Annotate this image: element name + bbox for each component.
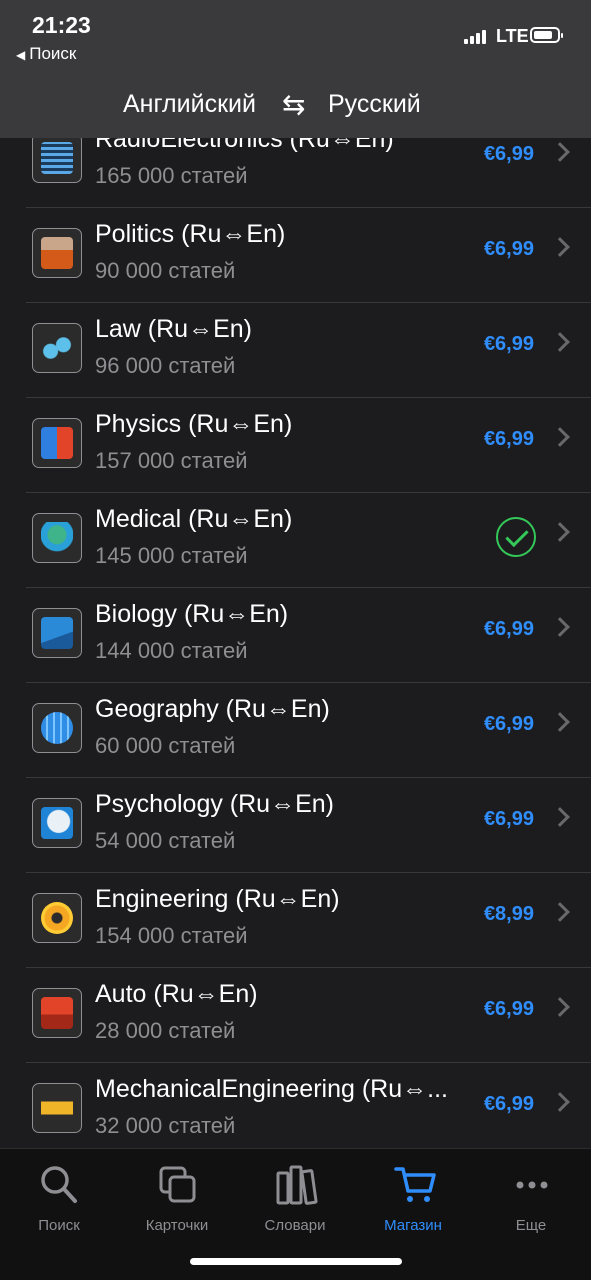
back-to-search-link[interactable]: ◀ Поиск [16,44,76,64]
engineering-gear-icon [32,893,82,943]
chevron-right-icon [550,142,570,162]
tab-search[interactable]: Поиск [9,1159,109,1239]
list-item[interactable]: Psychology (Ru⇔En) 54 000 статей €6,99 [0,778,591,873]
item-title: Engineering (Ru⇔En) [95,885,340,913]
more-icon [516,1181,548,1189]
item-title: Law (Ru⇔En) [95,315,252,343]
price-button[interactable]: €6,99 [484,998,534,1021]
list-item[interactable]: RadioElectronics (Ru⇔En) 165 000 статей … [0,138,591,208]
item-title: MechanicalEngineering (Ru⇔... [95,1075,448,1103]
signal-icon [464,28,488,44]
item-title: Psychology (Ru⇔En) [95,790,334,818]
price-button[interactable]: €6,99 [484,1093,534,1116]
chevron-right-icon [550,427,570,447]
item-count: 165 000 статей [95,163,248,188]
chevron-right-icon [550,332,570,352]
price-button[interactable]: €6,99 [484,238,534,261]
back-arrow-icon: ◀ [16,48,26,62]
item-count: 144 000 статей [95,638,248,663]
tab-dictionaries[interactable]: Словари [245,1159,345,1239]
item-count: 145 000 статей [95,543,248,568]
price-button[interactable]: €6,99 [484,713,534,736]
swap-languages-icon[interactable]: ⇆ [282,88,305,121]
price-button[interactable]: €6,99 [484,333,534,356]
dictionaries-icon [276,1165,318,1205]
geography-globe-icon [32,703,82,753]
item-count: 154 000 статей [95,923,248,948]
item-count: 54 000 статей [95,828,236,853]
clock: 21:23 [32,12,91,38]
back-label: Поиск [29,44,77,63]
chevron-right-icon [550,1092,570,1112]
item-count: 28 000 статей [95,1018,236,1043]
item-title: Medical (Ru⇔En) [95,505,293,533]
list-item[interactable]: Geography (Ru⇔En) 60 000 статей €6,99 [0,683,591,778]
radio-electronics-icon [32,138,82,183]
biology-microscope-icon [32,608,82,658]
item-title: Politics (Ru⇔En) [95,220,286,248]
status-bar: 21:23 ◀ Поиск LTE [0,0,591,74]
price-button[interactable]: €8,99 [484,903,534,926]
tab-label: Магазин [384,1217,442,1234]
price-button[interactable]: €6,99 [484,143,534,166]
item-title: Biology (Ru⇔En) [95,600,289,628]
chevron-right-icon [550,807,570,827]
search-icon [41,1166,77,1203]
list-item[interactable]: Politics (Ru⇔En) 90 000 статей €6,99 [0,208,591,303]
cards-icon [159,1166,196,1203]
chevron-right-icon [550,712,570,732]
law-scales-icon [32,323,82,373]
purchased-check-icon [496,517,536,557]
source-language[interactable]: Английский [123,90,256,119]
list-item[interactable]: Physics (Ru⇔En) 157 000 статей €6,99 [0,398,591,493]
tab-label: Еще [515,1217,547,1234]
politics-icon [32,228,82,278]
medical-icon [32,513,82,563]
chevron-right-icon [550,997,570,1017]
cart-icon [394,1167,436,1202]
list-item[interactable]: MechanicalEngineering (Ru⇔... 32 000 ста… [0,1063,591,1148]
list-item[interactable]: Biology (Ru⇔En) 144 000 статей €6,99 [0,588,591,683]
chevron-right-icon [550,522,570,542]
chevron-right-icon [550,237,570,257]
item-title: RadioElectronics (Ru⇔En) [95,138,394,153]
auto-car-icon [32,988,82,1038]
physics-magnet-icon [32,418,82,468]
price-button[interactable]: €6,99 [484,428,534,451]
item-title: Geography (Ru⇔En) [95,695,330,723]
battery-icon [530,27,563,43]
tab-label: Поиск [38,1217,80,1234]
tab-more[interactable]: Еще [481,1159,581,1239]
item-count: 32 000 статей [95,1113,236,1138]
psychology-head-icon [32,798,82,848]
dictionary-store-list: RadioElectronics (Ru⇔En) 165 000 статей … [0,138,591,1148]
item-title: Auto (Ru⇔En) [95,980,258,1008]
chevron-right-icon [550,617,570,637]
tab-store[interactable]: Магазин [363,1159,463,1239]
price-button[interactable]: €6,99 [484,618,534,641]
tab-label: Словари [264,1217,326,1234]
list-item[interactable]: Engineering (Ru⇔En) 154 000 статей €8,99 [0,873,591,968]
item-count: 157 000 статей [95,448,248,473]
list-item[interactable]: Medical (Ru⇔En) 145 000 статей [0,493,591,588]
chevron-right-icon [550,902,570,922]
item-count: 96 000 статей [95,353,236,378]
home-indicator[interactable] [190,1258,402,1265]
network-type: LTE [496,26,529,46]
tab-cards[interactable]: Карточки [127,1159,227,1239]
tab-label: Карточки [145,1217,209,1234]
target-language[interactable]: Русский [328,90,421,119]
list-item[interactable]: Auto (Ru⇔En) 28 000 статей €6,99 [0,968,591,1063]
language-header: Английский ⇆ Русский [0,74,591,138]
item-count: 90 000 статей [95,258,236,283]
mechanical-tractor-icon [32,1083,82,1133]
list-item[interactable]: Law (Ru⇔En) 96 000 статей €6,99 [0,303,591,398]
item-count: 60 000 статей [95,733,236,758]
item-title: Physics (Ru⇔En) [95,410,293,438]
price-button[interactable]: €6,99 [484,808,534,831]
